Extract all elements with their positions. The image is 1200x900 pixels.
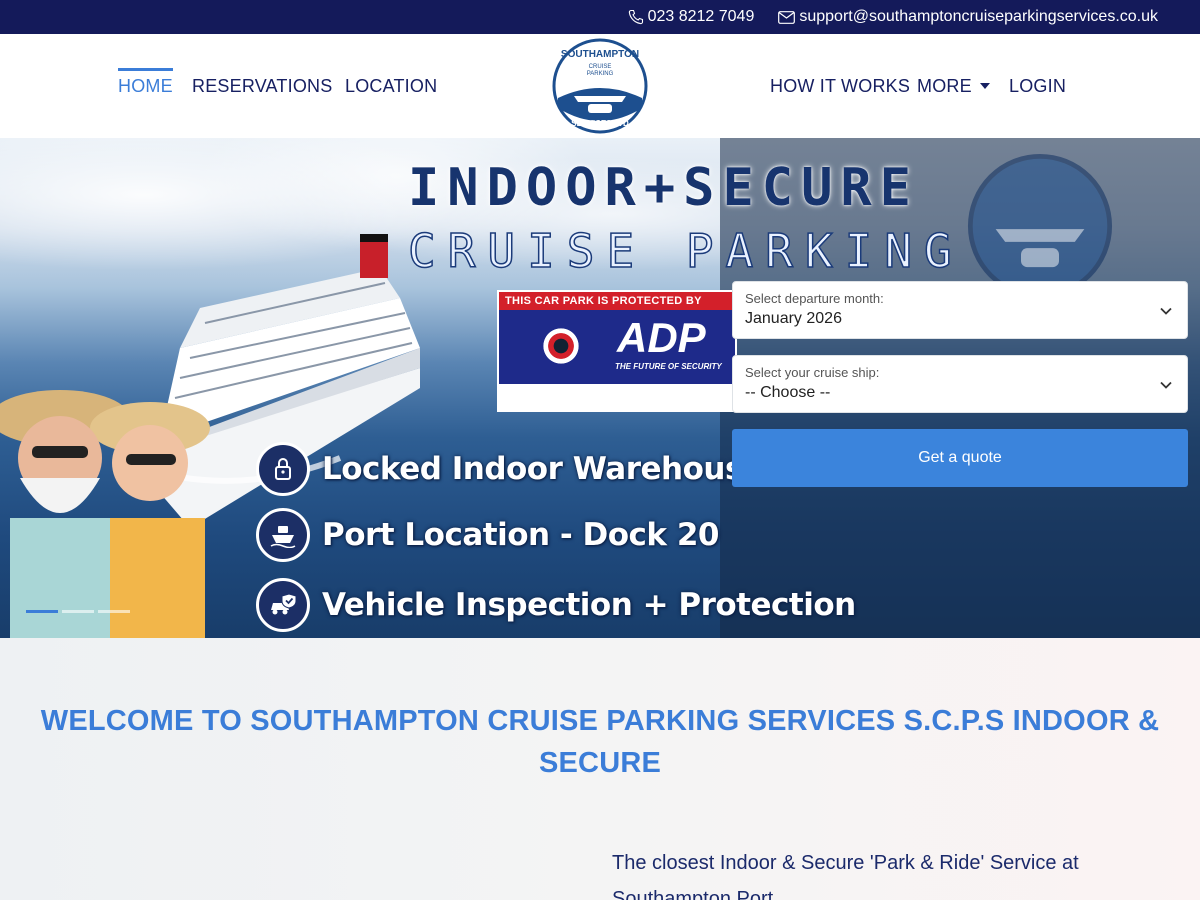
adp-logo: ADP: [617, 314, 706, 361]
happy-couple-image: [0, 390, 210, 638]
accreditation-badges: [499, 384, 735, 410]
site-logo[interactable]: SOUTHAMPTON CRUISE PARKING SERVICES LTD: [552, 38, 648, 134]
phone-contact[interactable]: 023 8212 7049: [628, 8, 755, 26]
welcome-section: WELCOME TO SOUTHAMPTON CRUISE PARKING SE…: [0, 638, 1200, 900]
nav-more-label: MORE: [917, 76, 972, 96]
carousel-indicators: [26, 610, 134, 613]
nav-more-dropdown[interactable]: MORE: [917, 76, 990, 97]
cruise-ship-select[interactable]: Select your cruise ship: -- Choose --: [732, 355, 1188, 413]
envelope-icon: [778, 10, 796, 24]
logo-line1: SOUTHAMPTON: [561, 49, 639, 60]
cruise-ship-value: -- Choose --: [745, 384, 831, 401]
email-address: support@southamptoncruiseparkingservices…: [799, 8, 1158, 25]
phone-number: 023 8212 7049: [647, 8, 755, 25]
cruise-ship-label: Select your cruise ship:: [745, 365, 880, 380]
car-shield-icon: [256, 578, 310, 632]
welcome-intro: The closest Indoor & Secure 'Park & Ride…: [612, 852, 1079, 900]
hero-carousel: INDOOR+SECURE CRUISE PARKING THIS CAR PA…: [0, 138, 1200, 638]
adp-banner-text: THIS CAR PARK IS PROTECTED BY: [499, 292, 735, 310]
watermark-logo: [967, 153, 1113, 299]
carousel-indicator[interactable]: [26, 610, 58, 613]
eye-icon: [533, 318, 589, 374]
nav-how-it-works[interactable]: HOW IT WORKS: [770, 76, 910, 97]
carousel-indicator[interactable]: [98, 610, 130, 613]
main-navigation: HOME RESERVATIONS LOCATION SOUTHAMPTON C…: [0, 34, 1200, 138]
adp-tagline: THE FUTURE OF SECURITY: [615, 362, 722, 371]
ship-icon: [256, 508, 310, 562]
nav-location[interactable]: LOCATION: [345, 76, 437, 97]
logo-line2: CRUISE: [589, 64, 612, 70]
adp-security-sign: THIS CAR PARK IS PROTECTED BY ADP THE FU…: [497, 290, 737, 412]
caret-down-icon: [979, 83, 990, 89]
hero-title-line2: CRUISE PARKING: [407, 223, 964, 279]
departure-month-select[interactable]: Select departure month: January 2026: [732, 281, 1188, 339]
feature-text: Locked Indoor Warehouse: [322, 451, 764, 487]
logo-line4: SERVICES LTD: [571, 119, 629, 128]
email-contact[interactable]: support@southamptoncruiseparkingservices…: [778, 8, 1158, 26]
nav-home[interactable]: HOME: [118, 68, 173, 97]
hero-title-line1: INDOOR+SECURE: [408, 158, 919, 218]
nav-login[interactable]: LOGIN: [1009, 76, 1066, 97]
feature-text: Vehicle Inspection + Protection: [322, 587, 856, 623]
top-bar: 023 8212 7049 support@southamptoncruisep…: [0, 0, 1200, 34]
feature-item: Port Location - Dock 20: [256, 508, 719, 562]
feature-item: Locked Indoor Warehouse: [256, 442, 764, 496]
get-quote-button[interactable]: Get a quote: [732, 429, 1188, 487]
chevron-down-icon: [1160, 381, 1172, 389]
departure-month-value: January 2026: [745, 310, 842, 327]
nav-reservations[interactable]: RESERVATIONS: [192, 76, 332, 97]
logo-line3: PARKING: [587, 71, 614, 77]
phone-icon: [628, 9, 643, 25]
chevron-down-icon: [1160, 307, 1172, 315]
feature-item: Vehicle Inspection + Protection: [256, 578, 856, 632]
departure-month-label: Select departure month:: [745, 291, 884, 306]
lock-icon: [256, 442, 310, 496]
carousel-indicator[interactable]: [62, 610, 94, 613]
welcome-heading: WELCOME TO SOUTHAMPTON CRUISE PARKING SE…: [40, 705, 1160, 779]
feature-text: Port Location - Dock 20: [322, 517, 719, 553]
